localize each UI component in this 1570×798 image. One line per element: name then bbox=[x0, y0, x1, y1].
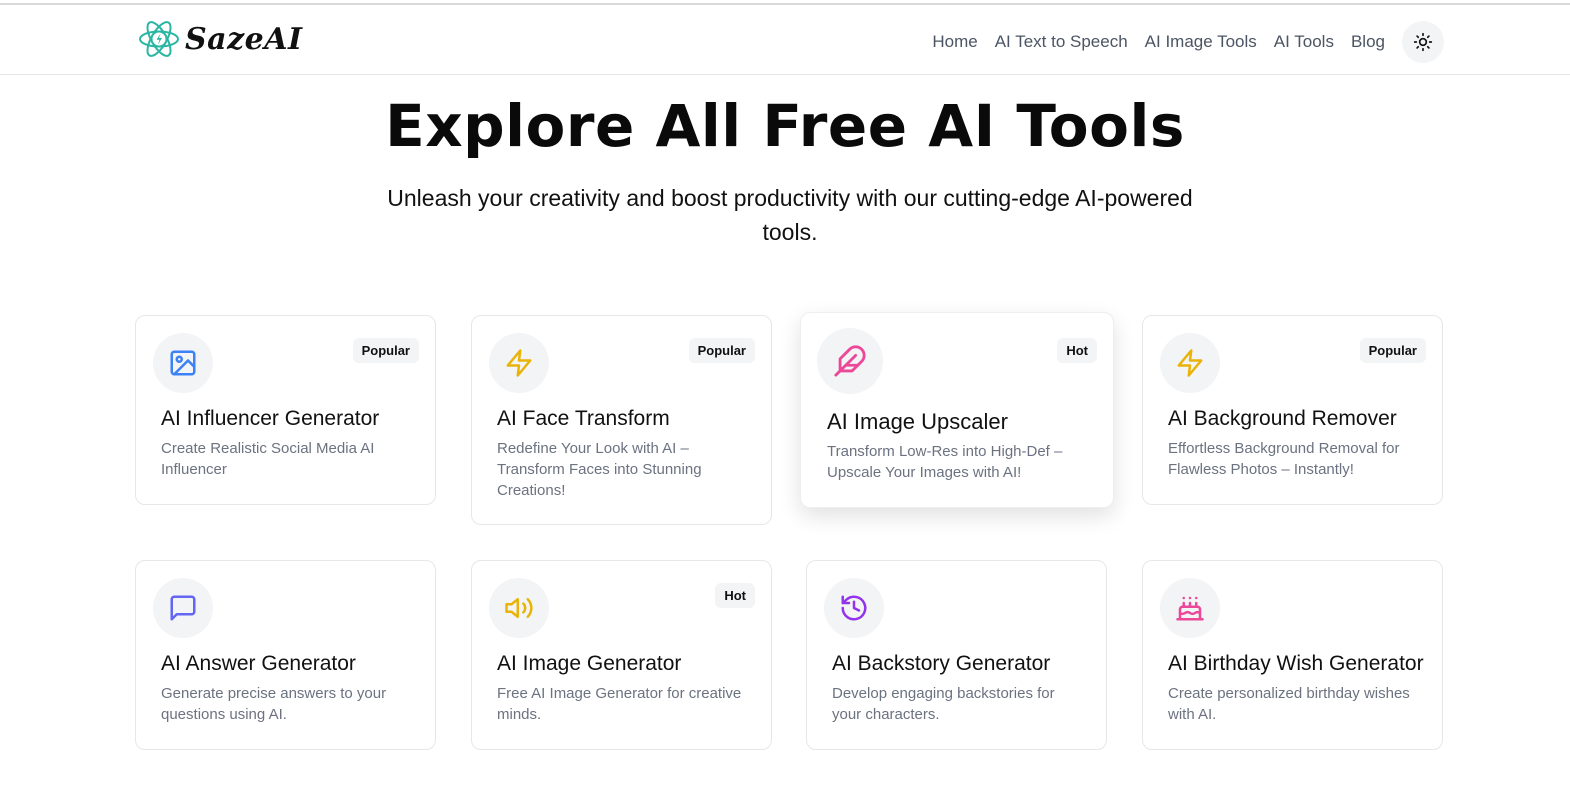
tool-card-ai-influencer-generator[interactable]: Popular AI Influencer Generator Create R… bbox=[135, 315, 436, 505]
tool-card-ai-birthday-wish-generator[interactable]: AI Birthday Wish Generator Create person… bbox=[1142, 560, 1443, 750]
theme-toggle-button[interactable] bbox=[1402, 21, 1444, 63]
tool-description: Effortless Background Removal for Flawle… bbox=[1168, 440, 1400, 478]
tool-description: Create Realistic Social Media AI Influen… bbox=[161, 440, 375, 478]
tool-icon-badge bbox=[1160, 578, 1220, 638]
tool-icon-badge bbox=[153, 333, 213, 393]
hot-badge: Hot bbox=[715, 583, 755, 608]
sun-icon bbox=[1413, 32, 1433, 52]
tool-title: AI Background Remover bbox=[1168, 407, 1397, 430]
tool-card-ai-face-transform[interactable]: Popular AI Face Transform Redefine Your … bbox=[471, 315, 772, 525]
popular-badge: Popular bbox=[688, 338, 755, 363]
tool-card-ai-backstory-generator[interactable]: AI Backstory Generator Develop engaging … bbox=[806, 560, 1107, 750]
history-icon bbox=[841, 595, 867, 621]
nav-ai-text-to-speech[interactable]: AI Text to Speech bbox=[995, 23, 1128, 61]
message-square-icon bbox=[170, 595, 196, 621]
tool-card-ai-image-upscaler[interactable]: Hot AI Image Upscaler Transform Low-Res … bbox=[800, 312, 1114, 508]
tool-description: Transform Low-Res into High-Def – Upscal… bbox=[827, 443, 1063, 481]
tool-description: Create personalized birthday wishes with… bbox=[1168, 685, 1410, 723]
tool-title: AI Answer Generator bbox=[161, 652, 356, 675]
tool-icon-badge bbox=[824, 578, 884, 638]
tool-description: Free AI Image Generator for creative min… bbox=[497, 685, 742, 723]
tool-icon-badge bbox=[489, 333, 549, 393]
image-icon bbox=[170, 350, 196, 376]
tool-description: Redefine Your Look with AI – Transform F… bbox=[497, 440, 702, 499]
tool-description: Generate precise answers to your questio… bbox=[161, 685, 387, 723]
page-title: Explore All Free AI Tools bbox=[385, 92, 1185, 160]
tool-icon-badge bbox=[817, 328, 883, 394]
tool-title: AI Birthday Wish Generator bbox=[1168, 652, 1424, 675]
tool-card-ai-background-remover[interactable]: Popular AI Background Remover Effortless… bbox=[1142, 315, 1443, 505]
site-header: SazeAI Home AI Text to Speech AI Image T… bbox=[0, 5, 1570, 75]
tool-title: AI Image Generator bbox=[497, 652, 682, 675]
nav-ai-tools[interactable]: AI Tools bbox=[1274, 23, 1334, 61]
volume-icon bbox=[505, 598, 533, 618]
lightning-icon bbox=[1177, 349, 1203, 377]
tool-title: AI Influencer Generator bbox=[161, 407, 380, 430]
popular-badge: Popular bbox=[352, 338, 419, 363]
page-subtitle: Unleash your creativity and boost produc… bbox=[387, 185, 1193, 245]
tool-card-ai-image-generator[interactable]: Hot AI Image Generator Free AI Image Gen… bbox=[471, 560, 772, 750]
brand-name: SazeAI bbox=[185, 21, 303, 57]
tool-title: AI Image Upscaler bbox=[827, 409, 1008, 434]
feather-icon bbox=[834, 345, 866, 377]
tool-icon-badge bbox=[489, 578, 549, 638]
lightning-icon bbox=[506, 349, 532, 377]
nav-ai-image-tools[interactable]: AI Image Tools bbox=[1145, 23, 1257, 61]
tool-icon-badge bbox=[1160, 333, 1220, 393]
nav-home[interactable]: Home bbox=[932, 23, 977, 61]
tool-icon-badge bbox=[153, 578, 213, 638]
atom-logo-icon bbox=[137, 17, 181, 61]
hot-badge: Hot bbox=[1057, 338, 1097, 363]
main-nav: Home AI Text to Speech AI Image Tools AI… bbox=[915, 21, 1444, 63]
tool-description: Develop engaging backstories for your ch… bbox=[832, 685, 1055, 723]
nav-blog[interactable]: Blog bbox=[1351, 23, 1385, 61]
brand-logo[interactable]: SazeAI bbox=[137, 17, 303, 61]
tool-title: AI Face Transform bbox=[497, 407, 670, 430]
cake-icon bbox=[1176, 596, 1204, 621]
tool-card-ai-answer-generator[interactable]: AI Answer Generator Generate precise ans… bbox=[135, 560, 436, 750]
tool-title: AI Backstory Generator bbox=[832, 652, 1051, 675]
popular-badge: Popular bbox=[1359, 338, 1426, 363]
